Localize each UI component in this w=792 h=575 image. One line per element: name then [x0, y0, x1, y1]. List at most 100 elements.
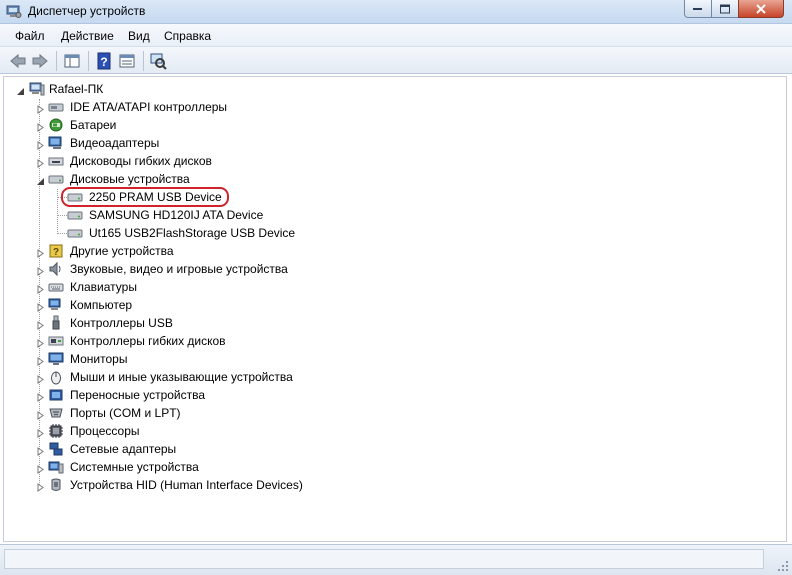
forward-icon[interactable]	[31, 52, 49, 70]
tree-category-item[interactable]: Порты (COM и LPT)	[4, 404, 324, 422]
tree-category-label: Звуковые, видео и игровые устройства	[70, 262, 288, 276]
expand-arrow-icon[interactable]	[36, 445, 45, 456]
expand-arrow-icon[interactable]	[36, 337, 45, 348]
tree-category-label: Дисковые устройства	[70, 172, 190, 186]
tree-category-label: Устройства HID (Human Interface Devices)	[70, 478, 303, 492]
monitor-icon	[48, 351, 64, 367]
expand-arrow-icon[interactable]	[36, 157, 45, 168]
svg-text:?: ?	[100, 55, 107, 69]
computer-icon	[48, 297, 64, 313]
expand-arrow-icon[interactable]	[36, 463, 45, 474]
properties-icon[interactable]	[118, 52, 136, 70]
tree-category-item[interactable]: Сетевые адаптеры	[4, 440, 324, 458]
scan-hardware-icon[interactable]	[149, 52, 167, 70]
menu-file[interactable]: Файл	[15, 29, 45, 43]
tree-category-label: Порты (COM и LPT)	[70, 406, 181, 420]
tree-category-item[interactable]: IDE ATA/ATAPI контроллеры	[4, 98, 324, 116]
tree-category-label: Дисководы гибких дисков	[70, 154, 212, 168]
hid-icon	[48, 477, 64, 493]
expand-arrow-icon[interactable]	[36, 319, 45, 330]
console-tree-icon[interactable]	[63, 52, 81, 70]
tree-category-label: Мыши и иные указывающие устройства	[70, 370, 293, 384]
help-icon[interactable]: ?	[95, 52, 113, 70]
back-icon[interactable]	[9, 52, 27, 70]
tree-category-label: Контроллеры гибких дисков	[70, 334, 226, 348]
tree-category-label: Сетевые адаптеры	[70, 442, 177, 456]
portable-device-icon	[48, 387, 64, 403]
tree-category-item[interactable]: Дисковые устройства	[4, 170, 324, 188]
tree-device-item[interactable]: SAMSUNG HD120IJ ATA Device	[4, 206, 324, 224]
tree-category-item[interactable]: Компьютер	[4, 296, 324, 314]
display-adapter-icon	[48, 135, 64, 151]
tree-category-item[interactable]: Батареи	[4, 116, 324, 134]
expand-arrow-icon[interactable]	[36, 283, 45, 294]
expand-arrow-icon[interactable]	[36, 139, 45, 150]
usb-icon	[48, 315, 64, 331]
expand-arrow-icon[interactable]	[36, 247, 45, 258]
expand-arrow-icon[interactable]	[36, 355, 45, 366]
tree-category-label: Системные устройства	[70, 460, 199, 474]
expand-arrow-icon[interactable]	[36, 265, 45, 276]
tree-category-item[interactable]: Контроллеры USB	[4, 314, 324, 332]
close-button[interactable]	[738, 0, 784, 18]
expand-arrow-icon[interactable]	[36, 391, 45, 402]
disk-drive-icon	[48, 171, 64, 187]
tree-category-item[interactable]: Мыши и иные указывающие устройства	[4, 368, 324, 386]
tree-category-label: Контроллеры USB	[70, 316, 173, 330]
expand-arrow-icon[interactable]	[36, 103, 45, 114]
status-pane	[4, 549, 764, 569]
collapse-arrow-icon[interactable]	[36, 175, 45, 185]
tree-category-item[interactable]: Устройства HID (Human Interface Devices)	[4, 476, 344, 494]
expand-arrow-icon[interactable]	[36, 481, 45, 492]
tree-category-item[interactable]: Звуковые, видео и игровые устройства	[4, 260, 324, 278]
expand-arrow-icon[interactable]	[36, 301, 45, 312]
tree-category-item[interactable]: Контроллеры гибких дисков	[4, 332, 324, 350]
tree-category-label: Компьютер	[70, 298, 133, 312]
expand-arrow-icon[interactable]	[36, 121, 45, 132]
processor-icon	[48, 423, 64, 439]
battery-icon	[48, 117, 64, 133]
tree-category-label: Переносные устройства	[70, 388, 206, 402]
network-adapter-icon	[48, 441, 64, 457]
minimize-button[interactable]	[684, 0, 712, 18]
keyboard-icon	[48, 279, 64, 295]
other-devices-icon: ?	[48, 243, 64, 259]
port-icon	[48, 405, 64, 421]
device-manager-app-icon	[6, 4, 22, 19]
tree-root[interactable]: Rafael-ПК	[4, 80, 304, 98]
tree-category-label: IDE ATA/ATAPI контроллеры	[70, 100, 228, 114]
computer-icon	[29, 81, 45, 97]
tree-category-item[interactable]: Дисководы гибких дисков	[4, 152, 324, 170]
resize-grip-icon[interactable]	[777, 560, 789, 572]
device-tree[interactable]: Rafael-ПК IDE ATA/ATAPI контроллеры Бата…	[3, 76, 787, 542]
tree-category-label: Батареи	[70, 118, 117, 132]
maximize-button[interactable]	[711, 0, 739, 18]
menu-action[interactable]: Действие	[61, 29, 114, 43]
tree-device-label: Ut165 USB2FlashStorage USB Device	[89, 226, 296, 240]
tree-root-label: Rafael-ПК	[49, 82, 104, 96]
tree-category-item[interactable]: ? Другие устройства	[4, 242, 324, 260]
title-bar: Диспетчер устройств	[0, 0, 792, 24]
tree-category-item[interactable]: Процессоры	[4, 422, 324, 440]
system-device-icon	[48, 459, 64, 475]
expand-arrow-icon[interactable]	[36, 373, 45, 384]
tree-category-item[interactable]: Мониторы	[4, 350, 324, 368]
svg-text:?: ?	[53, 247, 59, 258]
highlight-annotation	[61, 187, 229, 207]
tree-category-item[interactable]: Клавиатуры	[4, 278, 324, 296]
mouse-icon	[48, 369, 64, 385]
tree-category-label: Мониторы	[70, 352, 128, 366]
tree-category-item[interactable]: Системные устройства	[4, 458, 324, 476]
menu-view[interactable]: Вид	[128, 29, 150, 43]
toolbar-separator	[56, 51, 57, 71]
collapse-arrow-icon[interactable]	[16, 85, 25, 95]
tree-category-item[interactable]: Видеоадаптеры	[4, 134, 324, 152]
tree-category-item[interactable]: Переносные устройства	[4, 386, 324, 404]
ide-controller-icon	[48, 99, 64, 115]
menu-help[interactable]: Справка	[164, 29, 211, 43]
expand-arrow-icon[interactable]	[36, 427, 45, 438]
toolbar-separator	[143, 51, 144, 71]
tree-device-item[interactable]: Ut165 USB2FlashStorage USB Device	[4, 224, 324, 242]
sound-icon	[48, 261, 64, 277]
expand-arrow-icon[interactable]	[36, 409, 45, 420]
